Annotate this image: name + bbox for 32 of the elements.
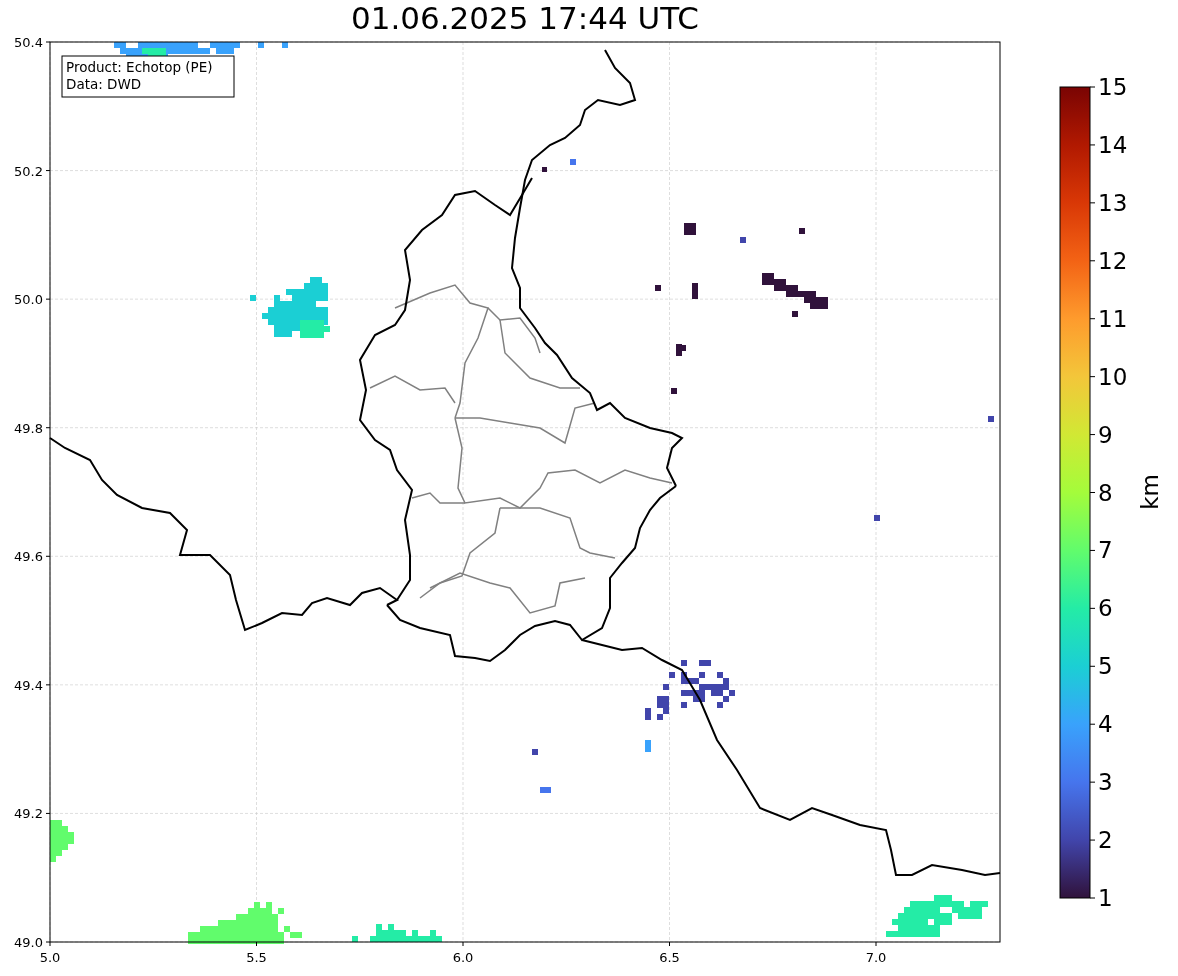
colorbar-tick-label: 9 bbox=[1098, 421, 1113, 448]
colorbar-tick-label: 15 bbox=[1098, 74, 1128, 100]
colorbar-tick-label: 11 bbox=[1098, 305, 1128, 332]
colorbar-tick-label: 1 bbox=[1098, 885, 1113, 911]
axis-tick-label: 50.4 bbox=[14, 35, 43, 50]
axis-tick-label: 5.5 bbox=[246, 950, 267, 965]
info-text: Product: Echotop (PE) bbox=[66, 59, 213, 75]
axis-tick-label: 49.2 bbox=[14, 806, 43, 822]
colorbar-tick-label: 13 bbox=[1098, 189, 1128, 216]
colorbar-tick-label: 8 bbox=[1098, 479, 1113, 506]
axis-tick-label: 5.0 bbox=[39, 950, 61, 965]
colorbar-tick-label: 7 bbox=[1098, 537, 1113, 564]
colorbar-tick-label: 12 bbox=[1098, 247, 1128, 274]
axis-tick-label: 49.6 bbox=[14, 549, 43, 565]
axis-tick-label: 49.0 bbox=[14, 935, 43, 950]
axis-tick-label: 50.2 bbox=[14, 163, 43, 179]
colorbar-tick-label: 10 bbox=[1098, 363, 1128, 390]
chart-title: 01.06.2025 17:44 UTC bbox=[351, 3, 699, 34]
colorbar-tick-label: 6 bbox=[1098, 595, 1113, 622]
colorbar-tick-label: 4 bbox=[1098, 711, 1113, 738]
axis-tick-label: 6.5 bbox=[659, 950, 680, 965]
axis-tick-label: 50.0 bbox=[14, 292, 43, 308]
axis-tick-label: 49.8 bbox=[14, 420, 43, 436]
colorbar-tick-label: 3 bbox=[1098, 769, 1113, 796]
axis-tick-label: 49.4 bbox=[14, 677, 43, 693]
colorbar-label: km bbox=[1137, 474, 1163, 510]
colorbar-tick-label: 5 bbox=[1098, 653, 1113, 680]
axis-tick-label: 6.0 bbox=[452, 950, 474, 965]
colorbar-tick-label: 2 bbox=[1098, 827, 1113, 854]
info-text: Data: DWD bbox=[66, 76, 142, 92]
colorbar-tick-label: 14 bbox=[1098, 131, 1128, 158]
axis-tick-label: 7.0 bbox=[865, 950, 887, 965]
